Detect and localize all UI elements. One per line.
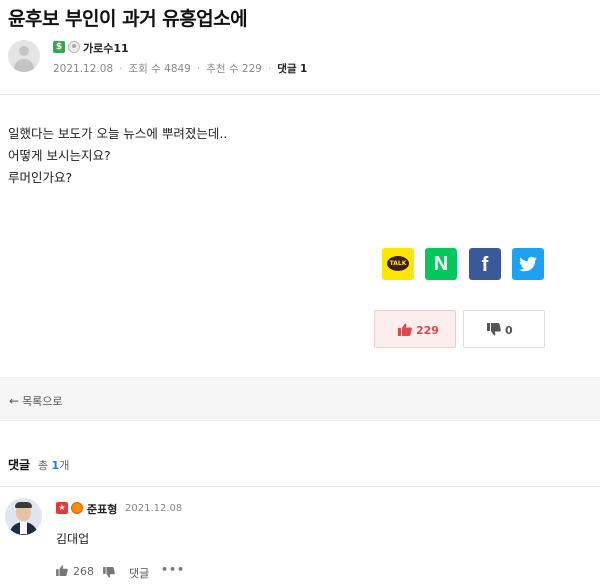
list-nav-bar: ← 목록으로 <box>0 377 600 421</box>
more-options-icon[interactable]: ••• <box>161 563 185 576</box>
post-author-row: $ 가로수11 2021.12.08 · 조회 수 4849 · 추천 수 229 · 댓글… <box>8 40 598 80</box>
comment-date: 2021.12.08 <box>125 503 183 514</box>
thumbs-up-icon <box>398 323 412 336</box>
comments-title: 댓글 <box>8 458 31 472</box>
thumbs-down-icon <box>487 323 501 336</box>
comment-reply-button[interactable]: 댓글 <box>129 565 149 581</box>
twitter-share-button[interactable] <box>512 248 544 280</box>
downvote-button[interactable]: 0 <box>463 310 545 348</box>
recommend-count: 229 <box>241 63 262 75</box>
level-badge-icon: $ <box>53 41 65 53</box>
arrow-left-icon: ← <box>9 394 20 408</box>
rank-badge-icon <box>68 41 80 53</box>
level-badge-icon: ★ <box>56 502 68 514</box>
post-body-line: 일했다는 보도가 오늘 뉴스에 뿌려졌는데.. <box>8 126 228 141</box>
comment-like-count: 268 <box>73 565 94 578</box>
views-count: 4849 <box>164 63 191 75</box>
back-to-list-label: 목록으로 <box>22 395 63 408</box>
comments-header: 댓글 총 1개 <box>8 456 69 473</box>
post-date: 2021.12.08 <box>53 63 114 75</box>
comments-divider <box>0 486 600 487</box>
rank-badge-icon <box>71 502 83 514</box>
facebook-share-button[interactable]: f <box>469 248 501 280</box>
kakao-talk-icon: TALK <box>387 256 409 271</box>
post-body: 일했다는 보도가 오늘 뉴스에 뿌려졌는데.. 어떻게 보시는지요? 루머인가요… <box>8 123 227 189</box>
comments-total: 총 1개 <box>37 459 70 472</box>
upvote-button[interactable]: 229 <box>374 310 456 348</box>
back-to-list-link[interactable]: ← 목록으로 <box>9 393 63 409</box>
views-label: 조회 수 <box>128 63 161 75</box>
comment-author[interactable]: 준표형 <box>87 501 117 517</box>
commenter-avatar[interactable] <box>5 498 42 535</box>
post-meta: 2021.12.08 · 조회 수 4849 · 추천 수 229 · 댓글 1 <box>53 61 308 76</box>
naver-share-button[interactable]: N <box>425 248 457 280</box>
author-name[interactable]: 가로수11 <box>83 40 129 56</box>
recommend-label: 추천 수 <box>206 63 239 75</box>
comment-link-count[interactable]: 1 <box>300 63 307 75</box>
comment-text: 김대업 <box>56 532 90 546</box>
kakao-share-button[interactable]: TALK <box>382 248 414 280</box>
post-body-line: 루머인가요? <box>8 170 73 185</box>
comment-link-label[interactable]: 댓글 <box>277 61 296 76</box>
thumbs-up-icon[interactable] <box>56 565 68 576</box>
thumbs-down-icon[interactable] <box>103 567 115 578</box>
downvote-count: 0 <box>505 324 513 337</box>
author-avatar[interactable] <box>8 40 40 72</box>
header-divider <box>0 94 600 95</box>
twitter-bird-icon <box>519 256 537 272</box>
comment-actions: 268 댓글 ••• <box>56 563 256 581</box>
post-title: 윤후보 부인이 과거 유흥업소에 <box>8 8 248 30</box>
upvote-count: 229 <box>416 324 439 337</box>
post-body-line: 어떻게 보시는지요? <box>8 148 111 163</box>
